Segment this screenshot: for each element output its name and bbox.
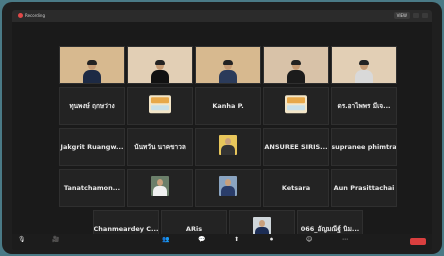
participant-name: Kanha P.	[212, 102, 244, 110]
end-meeting-button[interactable]	[410, 238, 426, 245]
participant-name: นันทวัน นาคขาวล	[134, 143, 186, 151]
more-icon: ⋯	[342, 236, 348, 243]
participant-tile[interactable]	[127, 169, 193, 207]
participant-tile[interactable]: Tanatchamon...	[59, 169, 125, 207]
zoom-window: Recording VIEW ทุนพงษ์ ฤกษว่าง Kanha P. …	[12, 10, 432, 250]
profile-picture	[151, 176, 169, 196]
participant-tile[interactable]: ดร.อาไพพร มีเจ...	[331, 87, 397, 125]
participant-tile[interactable]	[195, 46, 261, 84]
participant-tile[interactable]: นันทวัน นาคขาวล	[127, 128, 193, 166]
record-icon: ⏺	[270, 236, 274, 243]
window-controls: VIEW	[393, 12, 428, 19]
profile-picture	[219, 176, 237, 196]
record-button[interactable]: ⏺	[270, 237, 273, 243]
participant-tile[interactable]	[263, 87, 329, 125]
reactions-icon: ☺	[306, 236, 313, 243]
profile-picture	[149, 95, 171, 114]
participant-tile[interactable]	[195, 128, 261, 166]
participant-tile[interactable]	[127, 87, 193, 125]
participant-video	[287, 60, 305, 83]
participant-tile[interactable]	[127, 46, 193, 84]
share-screen-icon: ⬆	[234, 236, 240, 243]
participant-tile[interactable]	[195, 169, 261, 207]
participant-name: ARis	[185, 225, 203, 233]
participant-tile[interactable]	[331, 46, 397, 84]
participant-tile[interactable]: Jakgrit Ruangw...	[59, 128, 125, 166]
more-button[interactable]: ⋯	[342, 237, 348, 243]
participant-name: Aun Prasittachai	[333, 184, 395, 192]
participant-video	[83, 60, 101, 83]
participant-tile[interactable]	[59, 46, 125, 84]
participant-tile[interactable]: Aun Prasittachai	[331, 169, 397, 207]
camera-icon: 🎥	[52, 236, 60, 243]
participant-name: Chanmeardey C...	[93, 225, 159, 233]
title-bar: Recording VIEW	[12, 10, 432, 22]
chat-button[interactable]: 💬	[198, 237, 205, 243]
participant-name: 066_อัญมณีฐ์ นิม...	[300, 225, 360, 233]
mute-button[interactable]: 🎙	[18, 237, 26, 243]
participant-tile[interactable]	[263, 46, 329, 84]
participant-video	[151, 60, 169, 83]
participant-name: ทุนพงษ์ ฤกษว่าง	[69, 102, 115, 110]
recording-label: Recording	[25, 13, 46, 18]
participant-name: ดร.อาไพพร มีเจ...	[337, 102, 391, 110]
video-button[interactable]: 🎥	[52, 237, 59, 243]
minimize-icon[interactable]	[413, 13, 419, 18]
participant-name: Ketsara	[281, 184, 311, 192]
participants-button[interactable]: 👥	[162, 237, 169, 243]
view-button[interactable]: VIEW	[393, 12, 410, 19]
participant-tile[interactable]: Kanha P.	[195, 87, 261, 125]
participant-name: supranee phimtra	[331, 143, 397, 151]
record-dot-icon	[18, 13, 23, 18]
chat-icon: 💬	[198, 236, 206, 243]
participant-name: ANSUREE SIRIS...	[264, 143, 328, 151]
meeting-toolbar: 🎙 🎥 👥 💬 ⬆ ⏺ ☺ ⋯	[12, 234, 432, 250]
profile-picture	[219, 135, 237, 155]
participant-tile[interactable]: ANSUREE SIRIS...	[263, 128, 329, 166]
reactions-button[interactable]: ☺	[306, 237, 312, 243]
maximize-icon[interactable]	[422, 13, 428, 18]
participant-video	[219, 60, 237, 83]
participants-icon: 👥	[162, 236, 170, 243]
share-screen-button[interactable]: ⬆	[234, 237, 239, 243]
participant-tile[interactable]: ทุนพงษ์ ฤกษว่าง	[59, 87, 125, 125]
microphone-icon: 🎙	[18, 236, 26, 243]
device-frame: Recording VIEW ทุนพงษ์ ฤกษว่าง Kanha P. …	[2, 2, 442, 254]
participant-name: Tanatchamon...	[63, 184, 121, 192]
participant-tile[interactable]: supranee phimtra	[331, 128, 397, 166]
participant-video	[355, 60, 373, 83]
recording-indicator[interactable]: Recording	[18, 13, 45, 18]
participant-grid: ทุนพงษ์ ฤกษว่าง Kanha P. ดร.อาไพพร มีเจ.…	[12, 22, 432, 248]
participant-name: Jakgrit Ruangw...	[60, 143, 124, 151]
profile-picture	[285, 95, 307, 114]
participant-tile[interactable]: Ketsara	[263, 169, 329, 207]
